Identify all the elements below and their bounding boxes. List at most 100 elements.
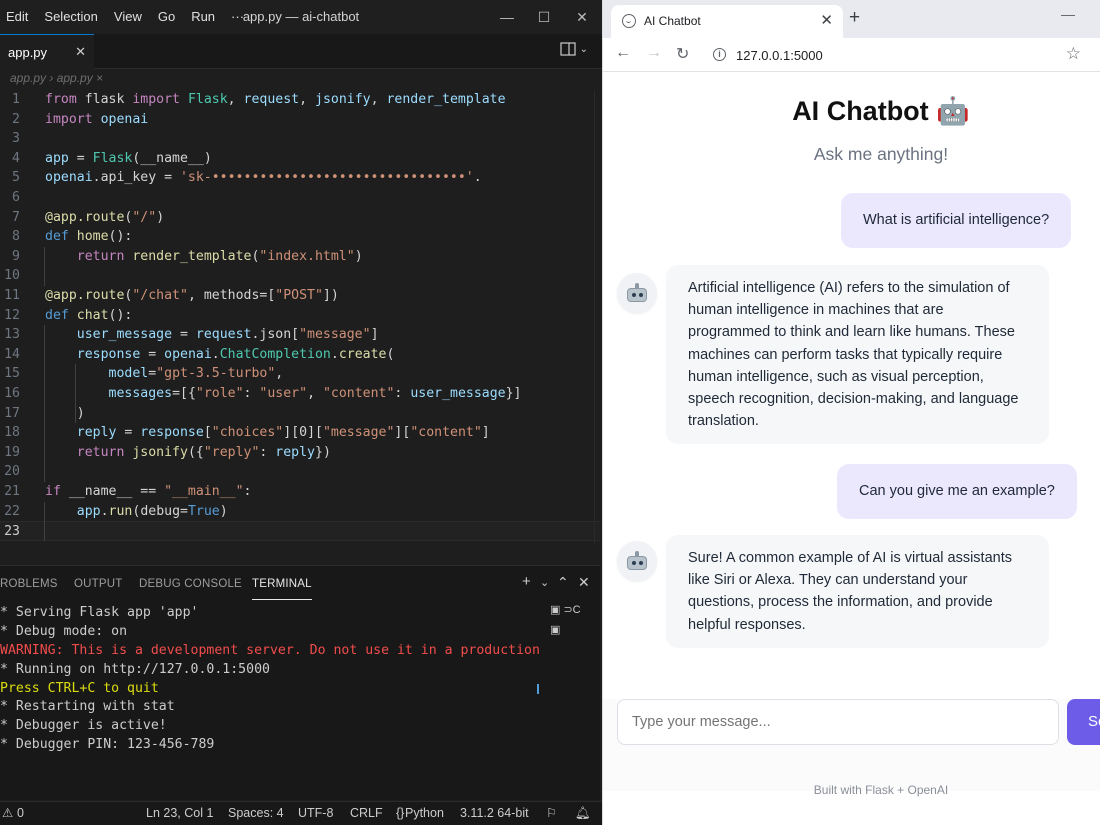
browser-tab-title: AI Chatbot — [644, 14, 701, 28]
menu-edit[interactable]: Edit — [0, 0, 36, 34]
python-interpreter[interactable]: 3.11.2 64-bit — [460, 802, 529, 825]
line-number: 17 — [4, 405, 20, 421]
code-line[interactable]: 11 @app.route("/chat", methods=["POST"]) — [0, 286, 600, 306]
code-line[interactable]: 5 openai.api_key = 'sk-••••••••••••••••••… — [0, 168, 600, 188]
code-text[interactable]: user_message = request.json["message"] — [45, 325, 379, 345]
line-ending[interactable]: CRLF — [350, 802, 383, 825]
code-text[interactable]: response = openai.ChatCompletion.create( — [45, 345, 395, 365]
line-number: 16 — [4, 386, 20, 401]
terminal-shell-icon[interactable]: ▣ — [550, 623, 581, 643]
tab-terminal[interactable]: TERMINAL — [252, 566, 312, 600]
code-text[interactable]: openai.api_key = 'sk-•••••••••••••••••••… — [45, 168, 482, 188]
code-line[interactable]: 19 return jsonify({"reply": reply}) — [0, 443, 600, 463]
code-text[interactable]: reply = response["choices"][0]["message"… — [45, 423, 490, 443]
code-line[interactable]: 18 reply = response["choices"][0]["messa… — [0, 423, 600, 443]
code-text[interactable]: messages=[{"role": "user", "content": us… — [45, 384, 522, 404]
menu-selection[interactable]: Selection — [36, 0, 105, 34]
close-panel-icon[interactable]: ✕ — [578, 574, 590, 591]
code-text[interactable]: import openai — [45, 110, 148, 130]
robot-icon — [617, 273, 657, 313]
bell-icon[interactable]: 🔔︎ — [575, 802, 591, 825]
chevron-down-icon[interactable]: ⌄ — [540, 576, 549, 589]
code-line[interactable]: 21 if __name__ == "__main__": — [0, 482, 600, 502]
user-message: Can you give me an example? — [837, 464, 1077, 519]
code-editor[interactable]: 1 from flask import Flask, request, jsoni… — [0, 90, 600, 550]
menu-go[interactable]: Go — [150, 0, 183, 34]
code-line[interactable]: 6 — [0, 188, 600, 208]
code-line[interactable]: 9 return render_template("index.html") — [0, 247, 600, 267]
code-line[interactable]: 17 ) — [0, 404, 600, 424]
code-text[interactable]: def chat(): — [45, 306, 132, 326]
code-line[interactable]: 23 — [0, 521, 600, 541]
close-icon[interactable]: ✕ — [75, 44, 86, 60]
tab-app-py[interactable]: app.py ✕ — [0, 34, 94, 69]
breadcrumb[interactable]: app.py › app.py × — [10, 71, 103, 89]
code-line[interactable]: 2 import openai — [0, 110, 600, 130]
url-text[interactable]: 127.0.0.1:5000 — [736, 48, 823, 63]
code-line[interactable]: 20 — [0, 462, 600, 482]
terminal-python-icon[interactable]: ▣ ⊃C — [550, 603, 581, 623]
language-mode[interactable]: Python — [405, 802, 444, 825]
minimize-icon[interactable]: — — [488, 0, 526, 34]
terminal-output[interactable]: * Serving Flask app 'app' * Debug mode: o… — [0, 604, 540, 755]
code-line[interactable]: 16 messages=[{"role": "user", "content":… — [0, 384, 600, 404]
code-line[interactable]: 12 def chat(): — [0, 306, 600, 326]
code-text[interactable]: return jsonify({"reply": reply}) — [45, 443, 331, 463]
address-bar[interactable]: i 127.0.0.1:5000 ☆ — [703, 41, 1081, 69]
code-text[interactable]: ) — [45, 404, 85, 424]
encoding[interactable]: UTF-8 — [298, 802, 333, 825]
code-text[interactable]: @app.route("/chat", methods=["POST"]) — [45, 286, 339, 306]
code-line[interactable]: 8 def home(): — [0, 227, 600, 247]
star-icon[interactable]: ☆ — [1066, 44, 1081, 64]
close-window-icon[interactable]: ✕ — [563, 0, 601, 34]
menu-more[interactable]: ··· — [223, 0, 252, 34]
code-text[interactable]: app = Flask(__name__) — [45, 149, 212, 169]
problems-count[interactable]: 0 — [17, 802, 24, 825]
back-icon[interactable]: ← — [615, 44, 631, 62]
line-number: 6 — [12, 190, 20, 205]
maximize-icon[interactable]: ☐ — [525, 0, 563, 34]
editor-scrollbar[interactable] — [594, 90, 600, 545]
status-bar: ⚠ 0 Ln 23, Col 1 Spaces: 4 UTF-8 CRLF {}… — [0, 801, 602, 825]
send-button[interactable]: Send — [1067, 699, 1100, 745]
code-line[interactable]: 4 app = Flask(__name__) — [0, 149, 600, 169]
error-icon[interactable]: ⚠ — [2, 802, 13, 825]
code-text[interactable]: app.run(debug=True) — [45, 502, 228, 522]
menu-run[interactable]: Run — [183, 0, 223, 34]
code-text[interactable]: from flask import Flask, request, jsonif… — [45, 90, 506, 110]
forward-icon[interactable]: → — [646, 44, 662, 62]
info-icon[interactable]: i — [713, 48, 726, 61]
browser-tab[interactable]: AI Chatbot ✕ — [611, 5, 843, 38]
code-line[interactable]: 10 — [0, 266, 600, 286]
reload-icon[interactable]: ↻ — [676, 44, 689, 64]
cursor-position[interactable]: Ln 23, Col 1 — [146, 802, 213, 825]
code-line[interactable]: 13 user_message = request.json["message"… — [0, 325, 600, 345]
tab-problems[interactable]: ROBLEMS — [0, 566, 58, 602]
menu-view[interactable]: View — [106, 0, 150, 34]
line-number: 8 — [12, 229, 20, 245]
plus-icon[interactable]: + — [522, 573, 531, 590]
split-editor-icon[interactable]: ⌄ — [560, 42, 588, 56]
code-text[interactable]: def home(): — [45, 227, 132, 247]
code-line[interactable]: 22 app.run(debug=True) — [0, 502, 600, 522]
code-line[interactable]: 14 response = openai.ChatCompletion.crea… — [0, 345, 600, 365]
indent-guide — [75, 364, 76, 424]
code-line[interactable]: 3 — [0, 129, 600, 149]
code-text[interactable]: if __name__ == "__main__": — [45, 482, 251, 502]
tab-debug-console[interactable]: DEBUG CONSOLE — [139, 566, 242, 602]
feedback-icon[interactable]: ⚐ — [546, 802, 557, 825]
message-input[interactable] — [617, 699, 1059, 745]
close-tab-icon[interactable]: ✕ — [820, 11, 833, 29]
code-text[interactable]: return render_template("index.html") — [45, 247, 363, 267]
code-line[interactable]: 7 @app.route("/") — [0, 208, 600, 228]
code-line[interactable]: 1 from flask import Flask, request, jsoni… — [0, 90, 600, 110]
new-tab-icon[interactable]: + — [849, 7, 860, 29]
indentation[interactable]: Spaces: 4 — [228, 802, 284, 825]
minimize-icon[interactable]: — — [1061, 6, 1075, 22]
tab-output[interactable]: OUTPUT — [74, 566, 122, 602]
maximize-panel-icon[interactable]: ⌃ — [557, 574, 569, 591]
code-line[interactable]: 15 model="gpt-3.5-turbo", — [0, 364, 600, 384]
code-text[interactable]: @app.route("/") — [45, 208, 164, 228]
indent-guide — [44, 246, 45, 286]
code-text[interactable]: model="gpt-3.5-turbo", — [45, 364, 284, 384]
